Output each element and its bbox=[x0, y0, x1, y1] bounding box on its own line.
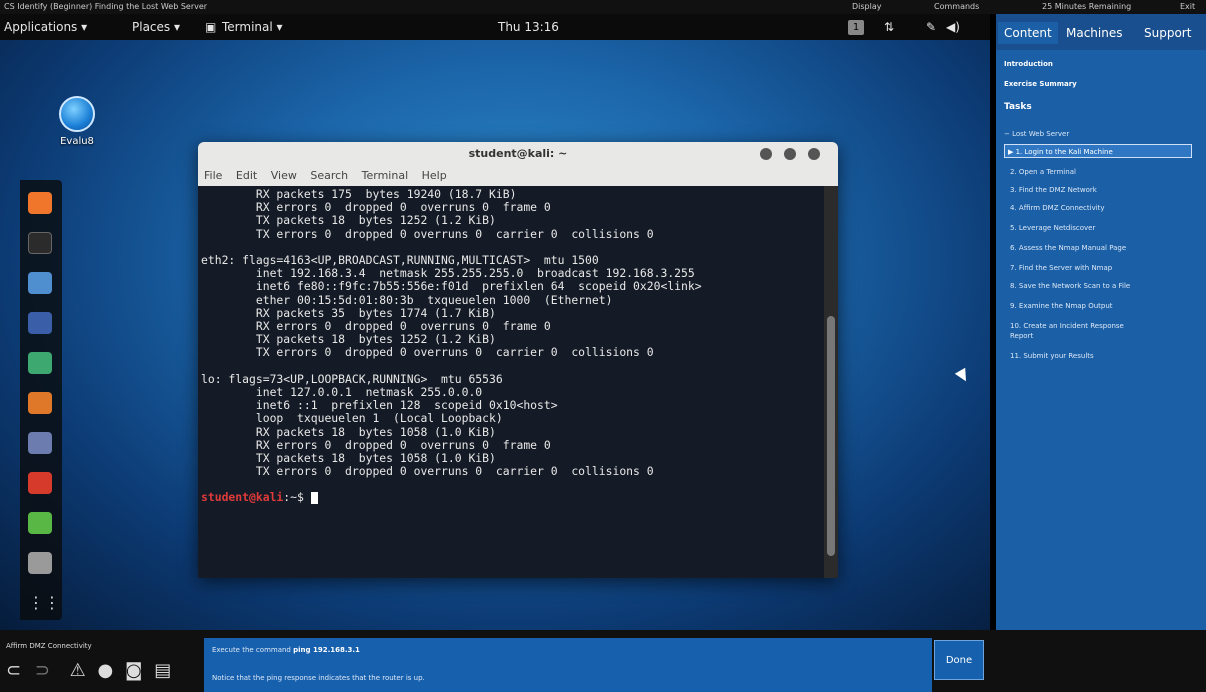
dock-layout-icon[interactable]: ▤ bbox=[154, 660, 171, 681]
firefox-icon[interactable] bbox=[28, 192, 52, 214]
warning-icon[interactable]: ⚠ bbox=[70, 660, 86, 681]
menu-file[interactable]: File bbox=[204, 169, 222, 182]
terminal-text: RX packets 175 bytes 19240 (18.7 KiB) RX… bbox=[201, 187, 702, 479]
task-item-11[interactable]: 11. Submit your Results bbox=[1010, 352, 1094, 360]
bottom-instruction-bar: Affirm DMZ Connectivity ⊂ ⊃ ⚠ ● ◙ ▤ Exec… bbox=[0, 630, 1206, 692]
gnome-top-bar: Applications ▾ Places ▾ ▣ Terminal ▾ Thu… bbox=[0, 14, 990, 40]
workspace-indicator[interactable]: 1 bbox=[848, 20, 864, 35]
prompt-path: :~$ bbox=[283, 490, 311, 505]
mouse-pointer-icon bbox=[954, 367, 972, 385]
scrollbar-thumb[interactable] bbox=[827, 316, 835, 556]
nav-introduction[interactable]: Introduction bbox=[1004, 60, 1053, 68]
task-item-3[interactable]: 3. Find the DMZ Network bbox=[1010, 186, 1097, 194]
task-item-6[interactable]: 6. Assess the Nmap Manual Page bbox=[1010, 244, 1126, 252]
terminal-app-menu[interactable]: Terminal ▾ bbox=[222, 14, 283, 40]
terminal-icon: ▣ bbox=[205, 20, 217, 34]
current-step-label: Affirm DMZ Connectivity bbox=[6, 642, 92, 650]
maximize-icon[interactable] bbox=[784, 148, 796, 160]
tab-content[interactable]: Content bbox=[998, 22, 1058, 44]
hint-icon[interactable]: ● bbox=[98, 660, 114, 681]
next-icon[interactable]: ⊃ bbox=[35, 660, 50, 681]
minimize-icon[interactable] bbox=[760, 148, 772, 160]
applications-menu[interactable]: Applications ▾ bbox=[4, 14, 87, 40]
task-item-4[interactable]: 4. Affirm DMZ Connectivity bbox=[1010, 204, 1105, 212]
timer-label: 25 Minutes Remaining bbox=[1042, 2, 1132, 11]
done-button[interactable]: Done bbox=[934, 640, 984, 680]
instruction-prefix: Execute the command bbox=[212, 646, 291, 654]
lab-top-bar: CS Identify (Beginner) Finding the Lost … bbox=[0, 0, 1206, 14]
places-menu[interactable]: Places ▾ bbox=[132, 14, 180, 40]
terminal-window[interactable]: student@kali: ~ File Edit View Search Te… bbox=[198, 142, 838, 578]
nav-exercise-summary[interactable]: Exercise Summary bbox=[1004, 80, 1077, 88]
armitage-icon[interactable] bbox=[28, 352, 52, 374]
task-item-8[interactable]: 8. Save the Network Scan to a File bbox=[1010, 282, 1130, 290]
leafpad-icon[interactable] bbox=[28, 512, 52, 534]
pen-icon[interactable]: ✎ bbox=[926, 14, 936, 40]
terminal-prompt[interactable]: student@kali:~$ bbox=[201, 490, 824, 504]
network-icon[interactable]: ⇅ bbox=[884, 14, 894, 40]
tasks-heading: Tasks bbox=[1004, 102, 1032, 112]
task-item-5[interactable]: 5. Leverage Netdiscover bbox=[1010, 224, 1095, 232]
instruction-note: Notice that the ping response indicates … bbox=[212, 674, 425, 682]
desktop-icon-evalu8[interactable]: Evalu8 bbox=[52, 96, 102, 147]
close-icon[interactable] bbox=[808, 148, 820, 160]
terminal-title: student@kali: ~ bbox=[468, 147, 568, 160]
camera-icon[interactable]: ◙ bbox=[125, 660, 142, 681]
task-item-2[interactable]: 2. Open a Terminal bbox=[1010, 168, 1076, 176]
terminal-titlebar[interactable]: student@kali: ~ bbox=[198, 142, 838, 166]
evalu8-icon bbox=[59, 96, 95, 132]
lab-side-panel: Content Machines Support Introduction Ex… bbox=[996, 14, 1206, 630]
faraday-icon[interactable] bbox=[28, 472, 52, 494]
panel-tabs: Content Machines Support bbox=[996, 14, 1206, 50]
display-menu[interactable]: Display bbox=[852, 0, 882, 14]
instruction-box: Execute the command ping 192.168.3.1 Not… bbox=[204, 638, 932, 692]
terminal-output[interactable]: RX packets 175 bytes 19240 (18.7 KiB) RX… bbox=[198, 186, 824, 578]
lab-title: CS Identify (Beginner) Finding the Lost … bbox=[4, 2, 208, 11]
menu-view[interactable]: View bbox=[271, 169, 297, 182]
task-item-1[interactable]: ▶ 1. Login to the Kali Machine bbox=[1008, 148, 1113, 156]
text-cursor bbox=[310, 491, 318, 504]
dock: ⋮⋮ bbox=[20, 180, 62, 620]
menu-search[interactable]: Search bbox=[310, 169, 348, 182]
maltego-icon[interactable] bbox=[28, 432, 52, 454]
menu-help[interactable]: Help bbox=[422, 169, 447, 182]
terminal-menubar: File Edit View Search Terminal Help bbox=[198, 166, 838, 186]
menu-terminal[interactable]: Terminal bbox=[362, 169, 409, 182]
commands-menu[interactable]: Commands bbox=[934, 0, 979, 14]
vm-desktop[interactable]: Applications ▾ Places ▾ ▣ Terminal ▾ Thu… bbox=[0, 14, 990, 630]
exit-button[interactable]: Exit bbox=[1180, 0, 1195, 14]
desktop-icon-label: Evalu8 bbox=[60, 136, 94, 147]
burpsuite-icon[interactable] bbox=[28, 392, 52, 414]
instruction-text: Execute the command ping 192.168.3.1 bbox=[212, 646, 360, 654]
tab-machines[interactable]: Machines bbox=[1066, 26, 1122, 40]
task-item-10[interactable]: 10. Create an Incident Response bbox=[1010, 322, 1124, 330]
terminal-icon[interactable] bbox=[28, 232, 52, 254]
metasploit-icon[interactable] bbox=[28, 312, 52, 334]
task-item-9[interactable]: 9. Examine the Nmap Output bbox=[1010, 302, 1113, 310]
files-icon[interactable] bbox=[28, 272, 52, 294]
instruction-command: ping 192.168.3.1 bbox=[293, 646, 360, 654]
previous-icon[interactable]: ⊂ bbox=[6, 660, 21, 681]
task-item-7[interactable]: 7. Find the Server with Nmap bbox=[1010, 264, 1112, 272]
menu-edit[interactable]: Edit bbox=[236, 169, 257, 182]
terminal-scrollbar[interactable] bbox=[824, 186, 838, 578]
tab-support[interactable]: Support bbox=[1144, 26, 1191, 40]
show-apps-icon[interactable]: ⋮⋮ bbox=[28, 592, 60, 614]
task-item-10-cont[interactable]: Report bbox=[1010, 332, 1033, 340]
clock[interactable]: Thu 13:16 bbox=[498, 14, 559, 40]
step-controls: ⊂ ⊃ ⚠ ● ◙ ▤ bbox=[6, 660, 171, 681]
cherrytree-icon[interactable] bbox=[28, 552, 52, 574]
volume-icon[interactable]: ◀) bbox=[946, 14, 960, 40]
prompt-user: student@kali bbox=[201, 490, 284, 505]
task-group[interactable]: − Lost Web Server bbox=[1004, 130, 1069, 138]
